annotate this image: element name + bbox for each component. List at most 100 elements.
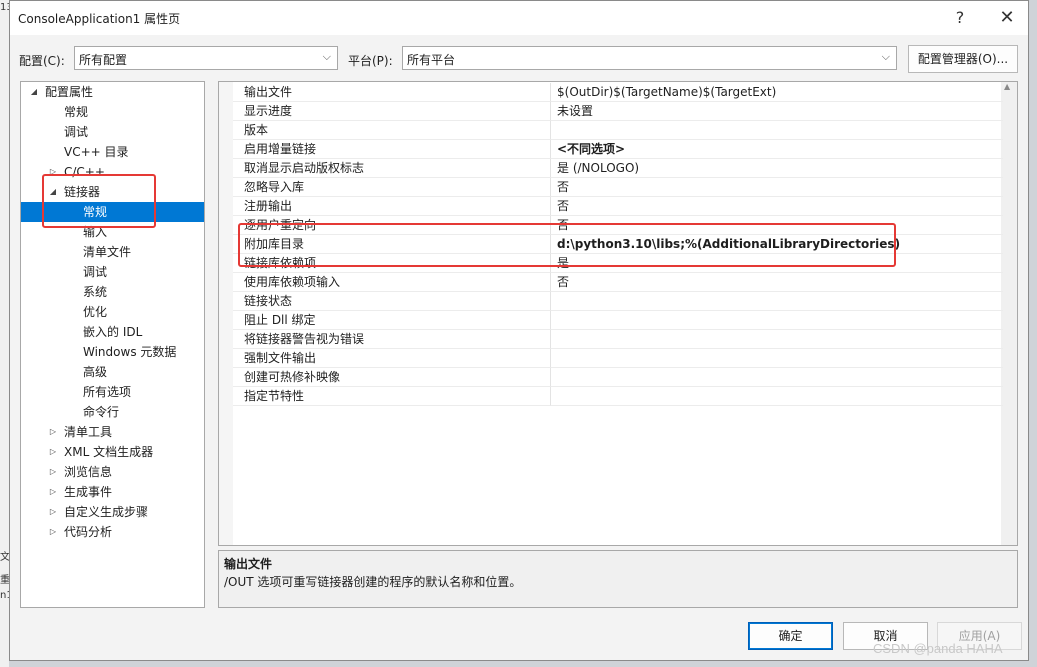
title-bar: ConsoleApplication1 属性页 ? ✕	[10, 1, 1028, 35]
tree-node-label: 优化	[83, 305, 108, 319]
tree-node[interactable]: 调试	[21, 122, 204, 142]
property-grid: ▲ 输出文件 $(OutDir)$(TargetName)$(TargetExt)…	[218, 81, 1018, 546]
tree-node[interactable]: ▷ 浏览信息	[21, 462, 204, 482]
watermark: CSDN @panda HAHA	[873, 641, 1003, 656]
tree-node[interactable]: Windows 元数据	[21, 342, 204, 362]
property-value[interactable]	[551, 311, 1003, 330]
tree-node[interactable]: 常规	[21, 102, 204, 122]
platform-dropdown[interactable]: 所有平台 ⌵	[402, 46, 897, 70]
tree-node-label: 所有选项	[83, 385, 132, 399]
property-name: 创建可热修补映像	[233, 368, 551, 387]
close-button[interactable]: ✕	[989, 5, 1025, 31]
property-value[interactable]	[551, 368, 1003, 387]
property-row[interactable]: 显示进度 未设置	[219, 102, 1003, 121]
tree-node[interactable]: ▷ 代码分析	[21, 522, 204, 542]
property-row[interactable]: 版本	[219, 121, 1003, 140]
tree-node-label: 生成事件	[64, 485, 113, 499]
chevron-down-icon: ⌵	[881, 50, 890, 63]
config-manager-button[interactable]: 配置管理器(O)...	[908, 45, 1018, 73]
property-row[interactable]: 阻止 Dll 绑定	[219, 311, 1003, 330]
tree-node-label: 清单文件	[83, 245, 132, 259]
tree-node-label: 常规	[64, 105, 89, 119]
tree-node[interactable]: ▷ 自定义生成步骤	[21, 502, 204, 522]
property-value[interactable]: 否	[551, 273, 1003, 292]
tree-node[interactable]: VC++ 目录	[21, 142, 204, 162]
tree-node[interactable]: 高级	[21, 362, 204, 382]
tree-node[interactable]: 优化	[21, 302, 204, 322]
property-value[interactable]: 是 (/NOLOGO)	[551, 159, 1003, 178]
property-row[interactable]: 注册输出否	[219, 197, 1003, 216]
property-name: 显示进度	[233, 102, 551, 121]
property-row[interactable]: 强制文件输出	[219, 349, 1003, 368]
property-name: 链接状态	[233, 292, 551, 311]
property-value[interactable]	[551, 292, 1003, 311]
property-name: 输出文件	[233, 83, 551, 102]
help-button[interactable]: ?	[942, 5, 978, 31]
property-value[interactable]	[551, 121, 1003, 140]
property-row[interactable]: 使用库依赖项输入否	[219, 273, 1003, 292]
highlight-box-additional-lib-dirs	[238, 223, 896, 267]
property-row[interactable]: 启用增量链接 <不同选项>	[219, 140, 1003, 159]
tree-node[interactable]: ▷ XML 文档生成器	[21, 442, 204, 462]
description-title: 输出文件	[224, 557, 273, 571]
property-value[interactable]	[551, 349, 1003, 368]
property-name: 取消显示启动版权标志	[233, 159, 551, 178]
tree-node-label: Windows 元数据	[83, 345, 177, 359]
expand-icon[interactable]: ▷	[48, 422, 58, 442]
highlight-box-linker	[42, 174, 156, 228]
tree-node[interactable]: 嵌入的 IDL	[21, 322, 204, 342]
property-value[interactable]: <不同选项>	[551, 140, 1003, 159]
property-name: 注册输出	[233, 197, 551, 216]
tree-node-label: 调试	[83, 265, 108, 279]
config-label: 配置(C):	[19, 54, 65, 68]
tree-node[interactable]: 系统	[21, 282, 204, 302]
tree-node-label: 调试	[64, 125, 89, 139]
property-pages-dialog: ConsoleApplication1 属性页 ? ✕ 配置(C): 所有配置 …	[9, 0, 1029, 661]
property-tree: ◢ 配置属性 常规 调试 VC++ 目录 ▷ C/C++ ◢ 链接器 常规 输入 清单文件 调试 系统 优化…	[20, 81, 205, 608]
vertical-scrollbar[interactable]: ▲	[1001, 82, 1017, 545]
tree-node[interactable]: ◢ 配置属性	[21, 82, 204, 102]
property-row[interactable]: 取消显示启动版权标志是 (/NOLOGO)	[219, 159, 1003, 178]
chevron-down-icon: ⌵	[322, 50, 331, 63]
tree-node-label: 系统	[83, 285, 108, 299]
tree-node-label: VC++ 目录	[64, 145, 129, 159]
expand-icon[interactable]: ▷	[48, 442, 58, 462]
property-value[interactable]: $(OutDir)$(TargetName)$(TargetExt)	[551, 83, 1003, 102]
property-name: 版本	[233, 121, 551, 140]
property-value[interactable]: 否	[551, 178, 1003, 197]
tree-node[interactable]: 命令行	[21, 402, 204, 422]
property-row[interactable]: 输出文件 $(OutDir)$(TargetName)$(TargetExt)	[219, 83, 1003, 102]
expand-icon[interactable]: ▷	[48, 522, 58, 542]
scroll-up-icon[interactable]: ▲	[1004, 82, 1010, 91]
property-value[interactable]	[551, 330, 1003, 349]
platform-value: 所有平台	[407, 53, 456, 67]
tree-node-label: 嵌入的 IDL	[83, 325, 143, 339]
property-name: 强制文件输出	[233, 349, 551, 368]
property-row[interactable]: 忽略导入库否	[219, 178, 1003, 197]
property-value[interactable]: 未设置	[551, 102, 1003, 121]
property-name: 阻止 Dll 绑定	[233, 311, 551, 330]
tree-node[interactable]: 调试	[21, 262, 204, 282]
tree-node[interactable]: ▷ 生成事件	[21, 482, 204, 502]
expand-icon[interactable]: ▷	[48, 502, 58, 522]
property-row[interactable]: 链接状态	[219, 292, 1003, 311]
tree-node[interactable]: 所有选项	[21, 382, 204, 402]
expand-icon[interactable]: ▷	[48, 462, 58, 482]
property-name: 指定节特性	[233, 387, 551, 406]
property-name: 忽略导入库	[233, 178, 551, 197]
property-row[interactable]: 指定节特性	[219, 387, 1003, 406]
tree-node[interactable]: ▷ 清单工具	[21, 422, 204, 442]
tree-node[interactable]: 清单文件	[21, 242, 204, 262]
description-panel: 输出文件 /OUT 选项可重写链接器创建的程序的默认名称和位置。	[218, 550, 1018, 608]
platform-label: 平台(P):	[348, 54, 393, 68]
property-name: 启用增量链接	[233, 140, 551, 159]
property-value[interactable]	[551, 387, 1003, 406]
property-value[interactable]: 否	[551, 197, 1003, 216]
property-row[interactable]: 创建可热修补映像	[219, 368, 1003, 387]
tree-node-label: 浏览信息	[64, 465, 113, 479]
ok-button[interactable]: 确定	[748, 622, 833, 650]
property-row[interactable]: 将链接器警告视为错误	[219, 330, 1003, 349]
collapse-icon[interactable]: ◢	[29, 82, 39, 102]
expand-icon[interactable]: ▷	[48, 482, 58, 502]
config-dropdown[interactable]: 所有配置 ⌵	[74, 46, 338, 70]
